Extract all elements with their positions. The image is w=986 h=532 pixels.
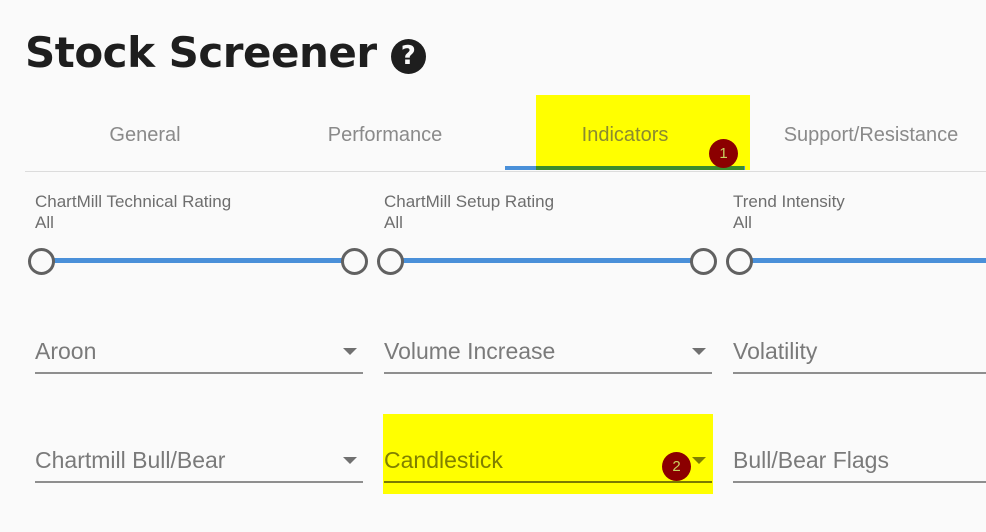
select-label: Bull/Bear Flags bbox=[733, 447, 889, 473]
slider-trend-intensity: Trend Intensity All bbox=[726, 192, 986, 275]
page-title: Stock Screener ? bbox=[25, 28, 426, 77]
tab-label: Performance bbox=[327, 124, 443, 146]
slider-track[interactable] bbox=[745, 258, 986, 263]
slider-label: Trend Intensity bbox=[733, 192, 845, 211]
tab-bar: General Performance Indicators Support/R… bbox=[25, 100, 986, 172]
select-label: Candlestick bbox=[384, 447, 503, 473]
select-chartmill-bull-bear[interactable]: Chartmill Bull/Bear bbox=[35, 441, 363, 483]
select-aroon[interactable]: Aroon bbox=[35, 332, 363, 374]
tab-label: Support/Resistance bbox=[783, 124, 959, 146]
select-volume-increase[interactable]: Volume Increase bbox=[384, 332, 712, 374]
select-volatility[interactable]: Volatility bbox=[733, 332, 986, 374]
tab-general[interactable]: General bbox=[25, 100, 265, 171]
slider-label: ChartMill Setup Rating bbox=[384, 192, 555, 211]
dropdown-arrow-icon bbox=[343, 457, 357, 464]
tab-indicators[interactable]: Indicators bbox=[505, 100, 745, 171]
dropdown-arrow-icon bbox=[343, 348, 357, 355]
slider-min-handle[interactable] bbox=[726, 248, 753, 275]
select-label: Aroon bbox=[35, 338, 97, 364]
annotation-badge-2: 2 bbox=[662, 452, 691, 481]
select-label: Volatility bbox=[733, 338, 818, 364]
annotation-number: 2 bbox=[672, 458, 681, 475]
help-icon[interactable]: ? bbox=[390, 39, 426, 74]
tab-label: General bbox=[109, 124, 181, 146]
slider-setup-rating: ChartMill Setup Rating All bbox=[377, 192, 724, 275]
slider-value: All bbox=[35, 213, 54, 232]
slider-min-handle[interactable] bbox=[28, 248, 55, 275]
slider-min-handle[interactable] bbox=[377, 248, 404, 275]
slider-max-handle[interactable] bbox=[341, 248, 368, 275]
annotation-badge-1: 1 bbox=[709, 139, 738, 168]
page-title-text: Stock Screener bbox=[25, 28, 377, 77]
slider-label: ChartMill Technical Rating bbox=[35, 192, 232, 211]
slider-value: All bbox=[384, 213, 403, 232]
annotation-number: 1 bbox=[719, 145, 728, 162]
slider-value: All bbox=[733, 213, 752, 232]
dropdown-arrow-icon bbox=[692, 457, 706, 464]
active-tab-indicator-highlighted bbox=[536, 166, 744, 170]
slider-technical-rating: ChartMill Technical Rating All bbox=[28, 192, 375, 275]
dropdown-arrow-icon bbox=[692, 348, 706, 355]
slider-track[interactable] bbox=[47, 258, 357, 263]
select-label: Chartmill Bull/Bear bbox=[35, 447, 226, 473]
select-bull-bear-flags[interactable]: Bull/Bear Flags bbox=[733, 441, 986, 483]
select-label: Volume Increase bbox=[384, 338, 556, 364]
tab-label: Indicators bbox=[581, 124, 669, 146]
tab-support-resistance[interactable]: Support/Resistance bbox=[751, 100, 986, 171]
slider-max-handle[interactable] bbox=[690, 248, 717, 275]
tab-performance[interactable]: Performance bbox=[265, 100, 505, 171]
slider-track[interactable] bbox=[396, 258, 706, 263]
